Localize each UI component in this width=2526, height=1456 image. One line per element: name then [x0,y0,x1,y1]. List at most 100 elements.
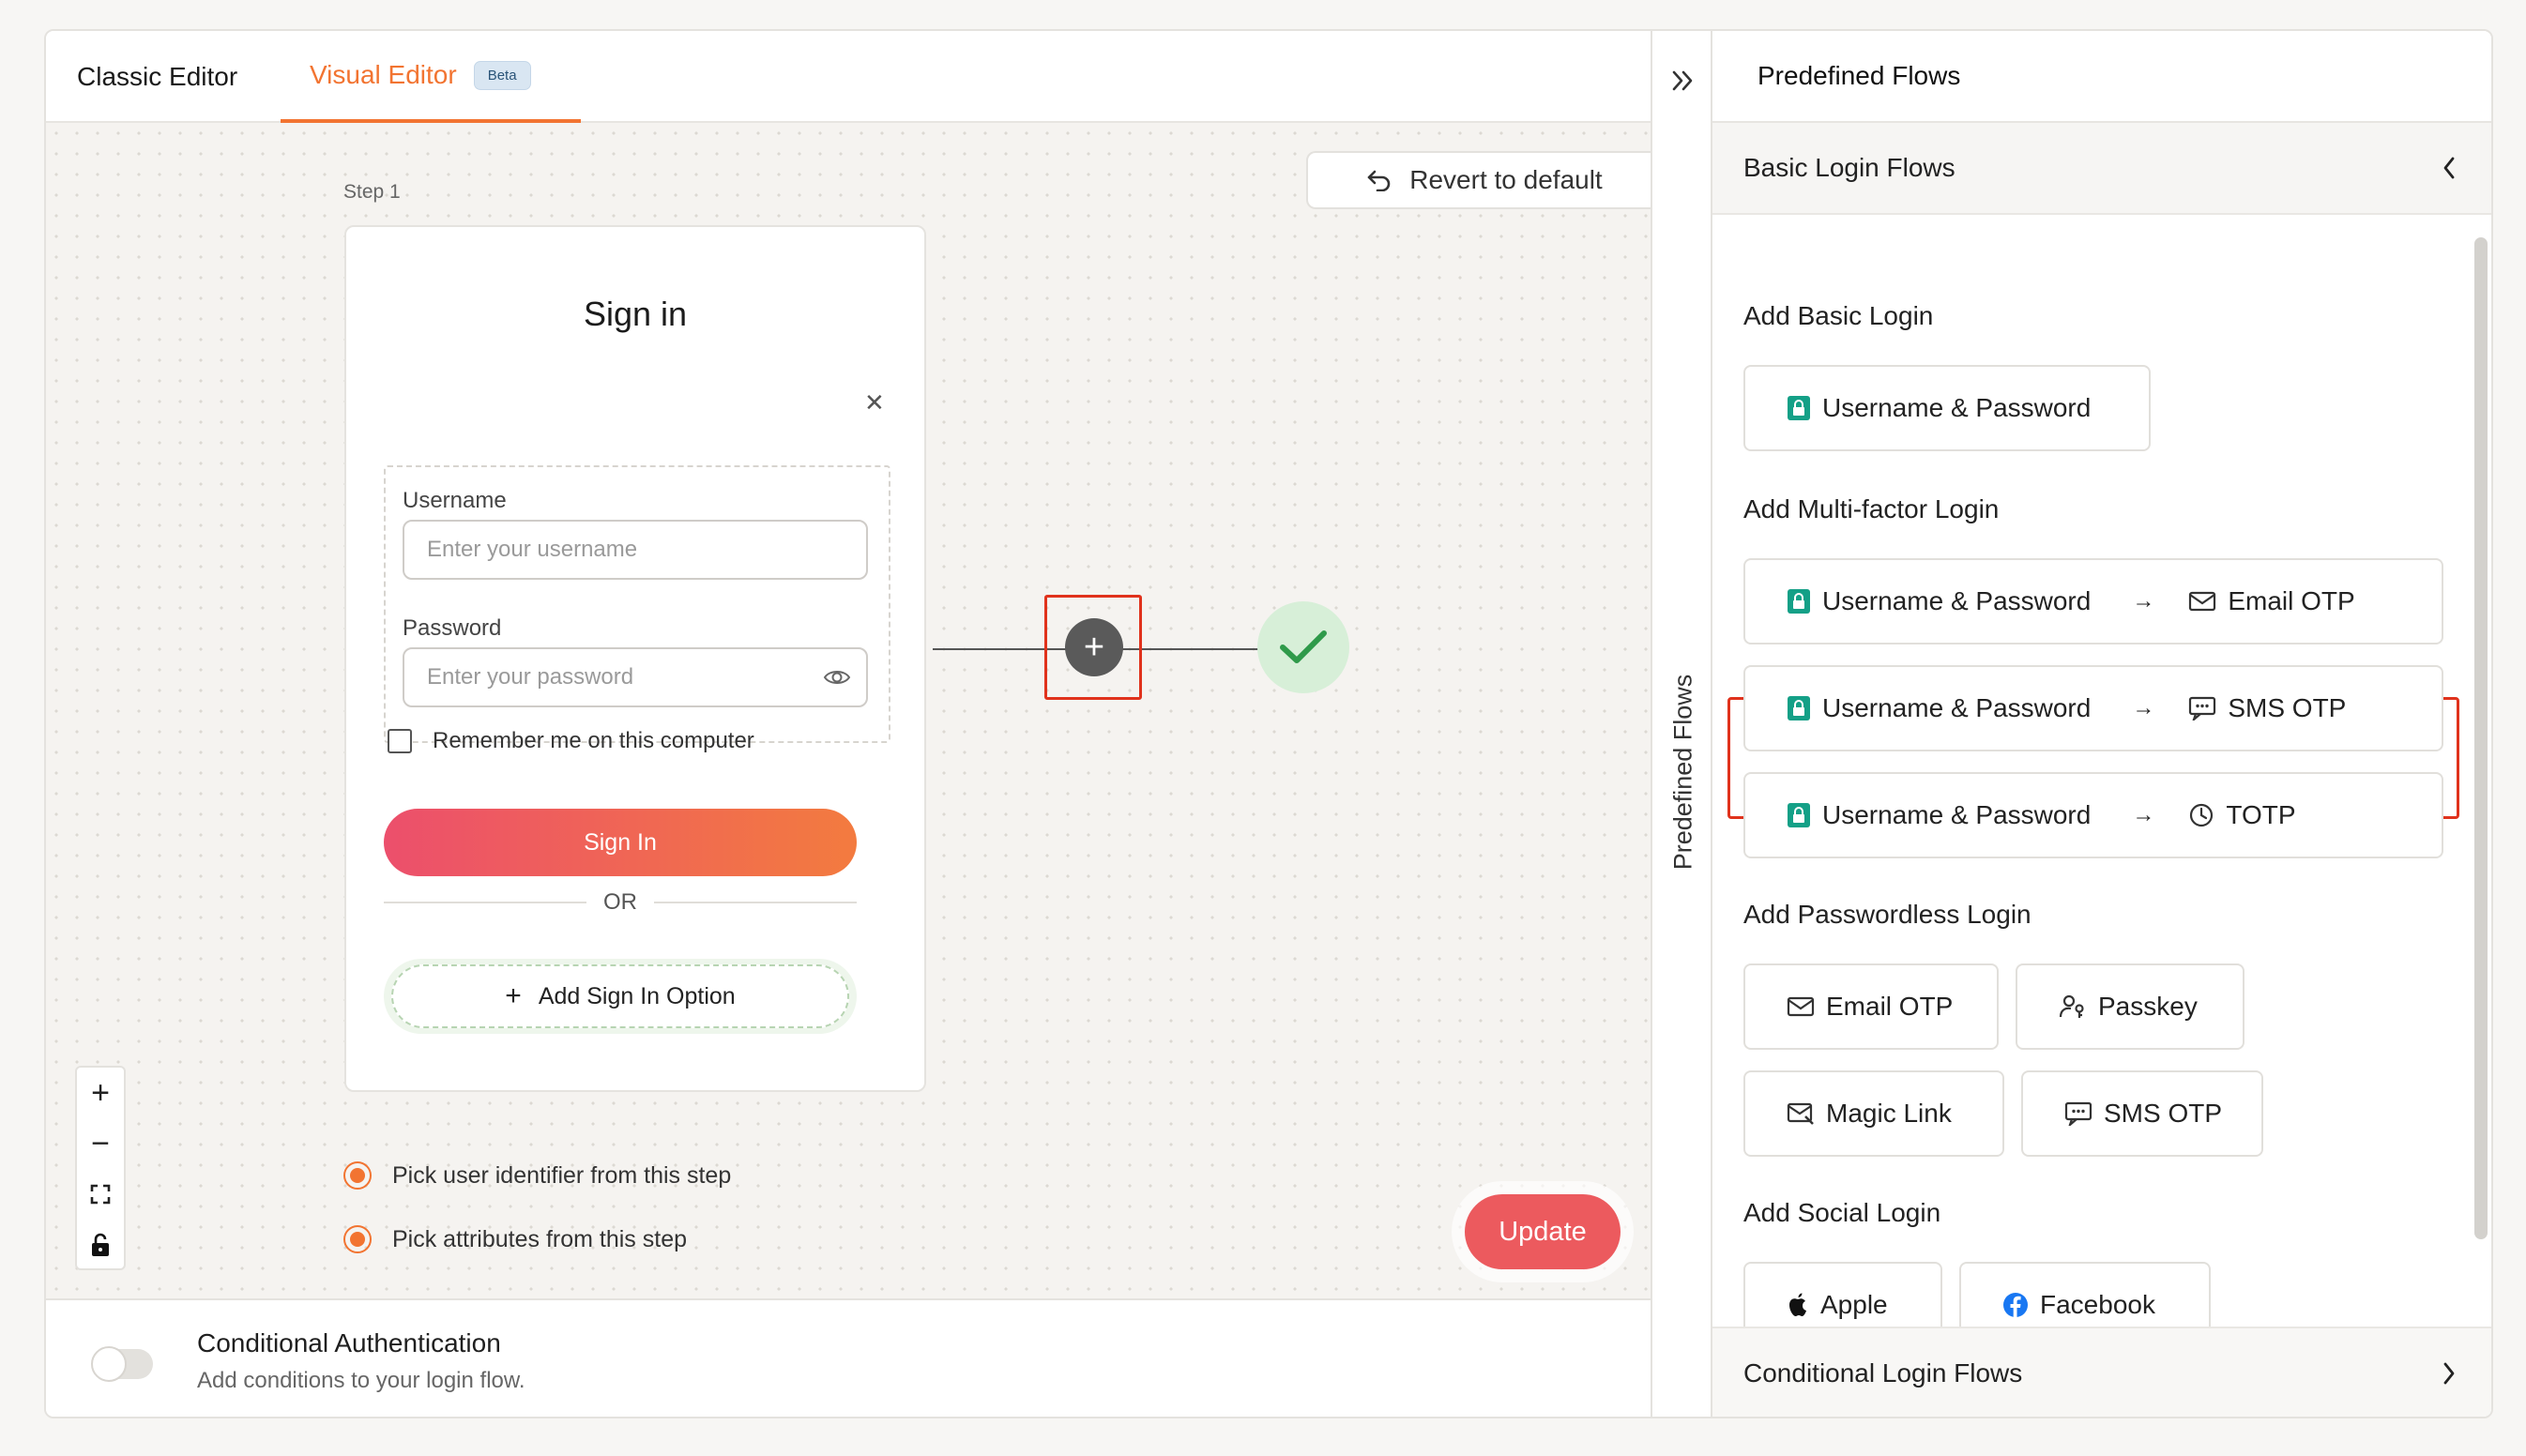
social-title: Add Social Login [1743,1198,1941,1227]
tab-visual-label: Visual Editor [310,60,457,89]
chevron-right-icon [2443,1362,2455,1385]
check-icon [1280,630,1327,663]
flow-mfa-sms-otp[interactable]: Username & Password → SMS OTP [1743,665,2443,751]
signin-title: Sign in [583,295,688,333]
add-step-button[interactable]: + [1065,618,1123,676]
predefined-flows-panel: Predefined Flows Basic Login Flows Add B… [1712,31,2491,1417]
arrow-right-icon: → [2132,588,2155,614]
flow-label: Passkey [2098,992,2198,1021]
mfa-title: Add Multi-factor Login [1743,494,2000,523]
conditional-auth-title: Conditional Authentication [197,1328,501,1357]
apple-icon [1787,1292,1809,1318]
pick-identifier-label: Pick user identifier from this step [392,1161,732,1189]
clock-icon [2188,802,2214,828]
tab-classic-editor[interactable]: Classic Editor [77,31,237,123]
conditional-auth-subtitle: Add conditions to your login flow. [197,1368,525,1393]
or-divider: OR [384,884,857,921]
lock-icon [1787,802,1811,828]
flow-label: Magic Link [1826,1099,1952,1128]
username-placeholder: Enter your username [427,537,638,562]
lock-icon [1787,588,1811,614]
flow-second-label: TOTP [2226,800,2296,829]
passwordless-title: Add Passwordless Login [1743,900,2031,929]
signin-button[interactable]: Sign In [384,809,857,876]
close-icon[interactable]: ✕ [864,388,885,417]
lock-icon[interactable] [77,1220,124,1270]
passkey-icon [2059,993,2087,1020]
sms-icon [2064,1101,2092,1126]
remember-me[interactable]: Remember me on this computer [388,728,754,754]
fit-view-icon[interactable] [77,1169,124,1220]
collapse-panel-button[interactable] [1652,57,1714,104]
basic-login-flows-accordion[interactable]: Basic Login Flows [1712,123,2491,215]
credentials-group[interactable]: Username Enter your username Password En… [384,465,890,743]
add-signin-option-button[interactable]: + Add Sign In Option [384,959,857,1034]
flow-second-label: SMS OTP [2228,693,2347,722]
flow-mfa-email-otp[interactable]: Username & Password → Email OTP [1743,558,2443,645]
flow-label: Username & Password [1822,393,2092,422]
panel-title: Predefined Flows [1712,31,2491,123]
pick-identifier-option[interactable]: Pick user identifier from this step [343,1161,731,1190]
flow-first-label: Username & Password [1822,800,2092,829]
username-input[interactable]: Enter your username [403,520,868,580]
lock-icon [1787,395,1811,421]
revert-button[interactable]: Revert to default [1306,151,1663,209]
flow-passwordless-magic-link[interactable]: Magic Link [1743,1070,2004,1157]
email-icon [1787,995,1815,1018]
flow-label: Email OTP [1826,992,1954,1021]
panel-scrollbar[interactable] [2474,237,2488,1239]
email-icon [2188,590,2216,613]
tab-visual-editor[interactable]: Visual Editor Beta [281,31,581,123]
flow-social-facebook[interactable]: Facebook [1959,1262,2211,1327]
flow-passwordless-passkey[interactable]: Passkey [2016,963,2244,1050]
basic-login-title: Add Basic Login [1743,301,1934,330]
pick-attributes-option[interactable]: Pick attributes from this step [343,1225,687,1253]
remember-checkbox[interactable] [388,729,412,753]
undo-icon [1367,170,1391,191]
update-button[interactable]: Update [1465,1194,1621,1269]
radio-button[interactable] [343,1161,372,1190]
step-label: Step 1 [343,181,401,203]
conditional-login-flows-accordion[interactable]: Conditional Login Flows [1712,1327,2491,1417]
beta-badge: Beta [473,60,531,90]
pick-attributes-label: Pick attributes from this step [392,1225,688,1252]
signin-step-card[interactable]: Sign in ✕ Username Enter your username P… [344,225,926,1092]
add-option-label: Add Sign In Option [538,982,736,1009]
flow-label: Facebook [2040,1290,2155,1319]
plus-icon: + [505,980,522,1011]
flow-mfa-totp[interactable]: Username & Password → TOTP [1743,772,2443,858]
flow-passwordless-sms-otp[interactable]: SMS OTP [2021,1070,2263,1157]
basic-flows-label: Basic Login Flows [1743,153,1955,182]
flow-first-label: Username & Password [1822,586,2092,615]
flows-list[interactable]: Add Basic Login Username & Password Add … [1712,217,2491,1327]
password-label: Password [403,615,502,641]
flow-first-label: Username & Password [1822,693,2092,722]
flow-username-password[interactable]: Username & Password [1743,365,2151,451]
password-placeholder: Enter your password [427,664,634,690]
username-label: Username [403,488,507,513]
flow-second-label: Email OTP [2228,586,2355,615]
zoom-controls: + − [75,1066,126,1270]
editor-tabs: Classic Editor Visual Editor Beta [46,31,1651,123]
conditional-auth-toggle[interactable] [91,1346,153,1382]
or-label: OR [603,889,637,915]
zoom-in-icon[interactable]: + [77,1068,124,1118]
conditional-flows-label: Conditional Login Flows [1743,1358,2023,1388]
flow-label: SMS OTP [2104,1099,2223,1128]
radio-button[interactable] [343,1225,372,1253]
facebook-icon [2002,1292,2029,1318]
sms-icon [2188,696,2216,720]
flow-passwordless-email-otp[interactable]: Email OTP [1743,963,1999,1050]
editor-window: Classic Editor Visual Editor Beta Revert… [44,29,2493,1418]
revert-label: Revert to default [1409,165,1603,194]
double-chevron-right-icon [1672,70,1693,91]
zoom-out-icon[interactable]: − [77,1118,124,1169]
password-input[interactable]: Enter your password [403,647,868,707]
eye-icon[interactable] [823,666,851,689]
flow-social-apple[interactable]: Apple [1743,1262,1942,1327]
strip-label: Predefined Flows [1668,674,1697,871]
magic-link-icon [1787,1101,1815,1126]
conditional-auth-bar: Conditional Authentication Add condition… [46,1298,1651,1417]
arrow-right-icon: → [2132,695,2155,720]
remember-label: Remember me on this computer [433,728,754,753]
